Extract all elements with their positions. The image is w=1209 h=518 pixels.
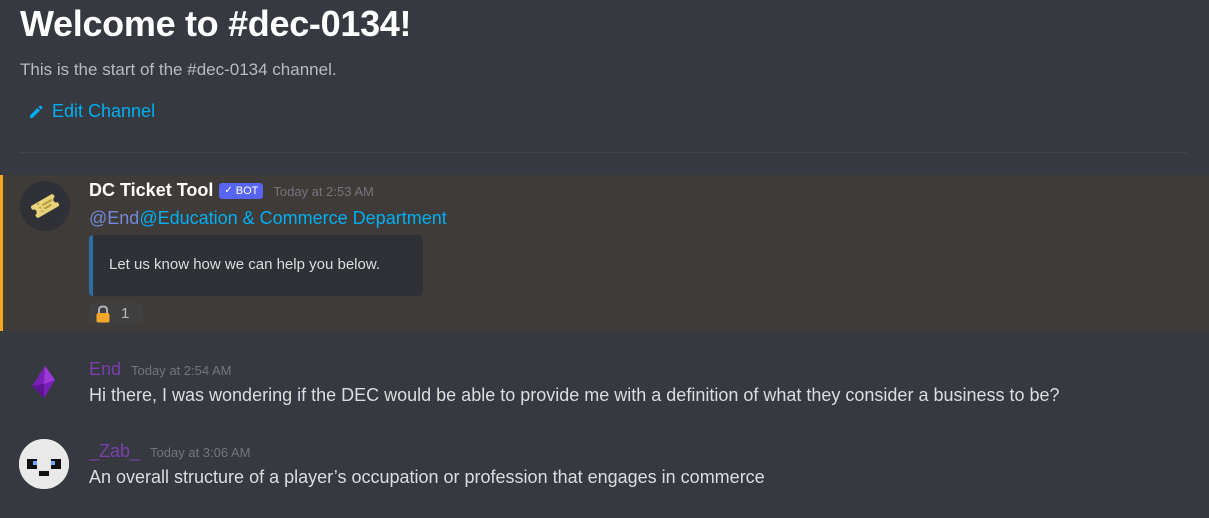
username[interactable]: End [89,359,121,380]
bot-badge-label: BOT [235,184,259,197]
pencil-icon [30,104,43,118]
ticket-icon [30,194,60,218]
username[interactable]: _Zab_ [89,441,140,462]
embed-description: Let us know how we can help you below. [109,256,381,273]
welcome-title: Welcome to #dec-0134! [20,3,412,44]
avatar[interactable] [20,356,70,406]
message-header: End Today at 2:54 AM [89,359,231,380]
user-mention[interactable]: @End [89,208,139,228]
avatar[interactable] [20,181,70,231]
pixel-avatar-icon [19,439,69,489]
embed: Let us know how we can help you below. [89,235,423,296]
bot-badge: ✓ BOT [219,182,264,199]
edit-channel-button[interactable]: Edit Channel [28,101,155,122]
message-text: Hi there, I was wondering if the DEC wou… [89,385,1060,405]
channel-welcome: Welcome to #dec-0134! This is the start … [20,0,1189,121]
lock-icon [96,304,110,322]
message-text: An overall structure of a player’s occup… [89,467,765,487]
message-bot: DC Ticket Tool ✓ BOT Today at 2:53 AM @En… [0,175,1209,331]
avatar[interactable] [19,439,69,489]
crystal-avatar-icon [32,366,55,398]
message-header: _Zab_ Today at 3:06 AM [89,441,251,462]
message-header: DC Ticket Tool ✓ BOT Today at 2:53 AM [89,180,374,202]
divider [20,152,1187,153]
username[interactable]: DC Ticket Tool [89,180,213,201]
timestamp: Today at 3:06 AM [150,445,251,460]
checkmark-icon: ✓ [224,185,233,196]
edit-channel-label: Edit Channel [52,101,156,121]
welcome-subtitle: This is the start of the #dec-0134 chann… [20,60,337,79]
reaction-count: 1 [121,305,130,322]
role-mention[interactable]: @Education & Commerce Department [139,208,446,228]
message-content: @End@Education & Commerce Department [89,208,447,229]
message-zab: _Zab_ Today at 3:06 AM An overall struct… [0,433,1209,503]
message-end: End Today at 2:54 AM Hi there, I was won… [0,350,1209,410]
timestamp: Today at 2:54 AM [131,363,232,378]
timestamp: Today at 2:53 AM [273,184,374,199]
reaction-button[interactable]: 1 [89,302,143,325]
